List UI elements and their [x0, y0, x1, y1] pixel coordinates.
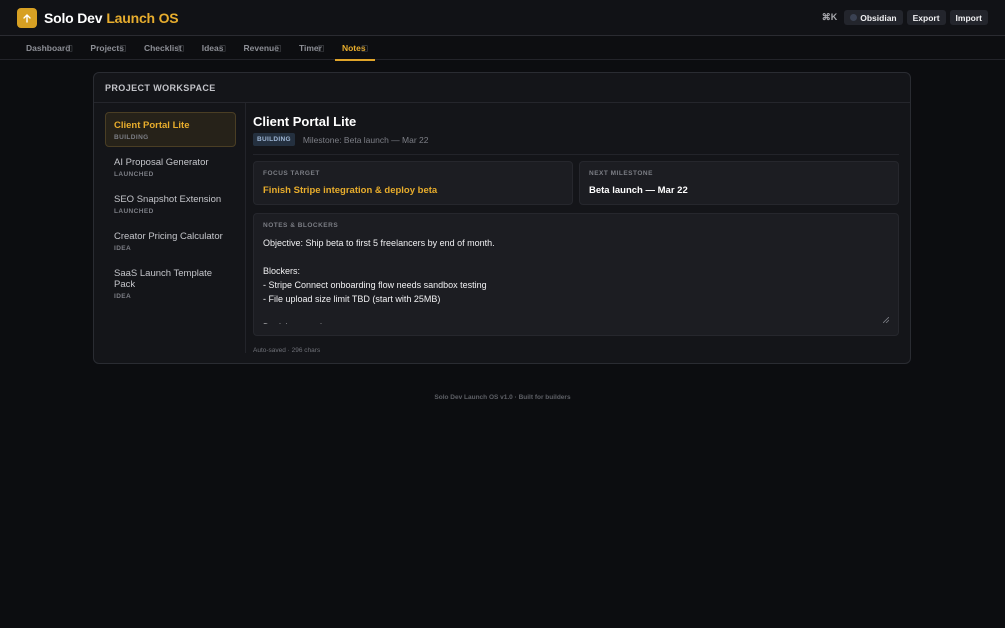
focus-target-value: Finish Stripe integration & deploy beta — [263, 185, 438, 196]
tab-label: Dashboard — [26, 43, 71, 53]
project-item-client-portal-lite[interactable]: Client Portal Lite BUILDING — [105, 112, 236, 147]
tab-label: Checklist — [143, 43, 182, 53]
tab-revenue[interactable]: Revenue⃞ — [237, 36, 288, 60]
next-milestone-card: NEXT MILESTONE Beta launch — Mar 22 — [579, 161, 899, 205]
app-title-part2: Launch OS — [106, 9, 179, 26]
project-status: BUILDING — [114, 134, 149, 141]
project-item-ai-proposal-generator[interactable]: AI Proposal Generator LAUNCHED — [105, 149, 236, 184]
project-item-saas-launch-template-pack[interactable]: SaaS Launch Template Pack IDEA — [105, 260, 236, 300]
tab-label: Ideas — [201, 43, 224, 53]
panel-title: PROJECT WORKSPACE — [94, 73, 910, 103]
project-status: IDEA — [114, 245, 132, 252]
theme-button-label: Obsidian — [860, 12, 897, 23]
project-list: Client Portal Lite BUILDING AI Proposal … — [105, 112, 236, 300]
focus-target-card: FOCUS TARGET Finish Stripe integration &… — [253, 161, 573, 205]
tab-label: Timer — [298, 43, 322, 53]
project-status: IDEA — [114, 293, 132, 300]
tab-checklist[interactable]: Checklist⃞ — [137, 36, 191, 60]
tab-projects[interactable]: Projects⃞ — [83, 36, 133, 60]
notes-textarea[interactable]: Objective: Ship beta to first 5 freelanc… — [263, 236, 889, 324]
import-button[interactable]: Import — [949, 10, 988, 25]
tab-timer[interactable]: Timer⃞ — [292, 36, 331, 60]
notes-card: NOTES & BLOCKERS Objective: Ship beta to… — [253, 213, 899, 336]
project-name: SEO Snapshot Extension — [114, 194, 222, 205]
project-name: AI Proposal Generator — [114, 157, 209, 168]
main-nav: Dashboard⃞ Projects⃞ Checklist⃞ Ideas⃞ R… — [0, 36, 1005, 61]
focus-target-label: FOCUS TARGET — [263, 170, 320, 177]
theme-dot-icon — [850, 14, 858, 21]
command-palette-shortcut[interactable]: ⌘K — [822, 12, 838, 23]
notes-label: NOTES & BLOCKERS — [263, 222, 339, 229]
project-name: Creator Pricing Calculator — [114, 231, 223, 242]
project-workspace-panel: PROJECT WORKSPACE Client Portal Lite BUI… — [93, 72, 911, 364]
tab-label: Projects — [90, 43, 124, 53]
top-bar: Solo Dev Launch OS ⌘K Obsidian Export Imp… — [0, 0, 1005, 36]
divider — [245, 103, 246, 353]
next-milestone-value: Beta launch — Mar 22 — [589, 185, 688, 196]
project-item-creator-pricing-calculator[interactable]: Creator Pricing Calculator IDEA — [105, 223, 236, 258]
resize-handle-icon[interactable] — [883, 317, 889, 323]
tab-label: Revenue — [243, 43, 279, 53]
project-detail: Client Portal Lite BUILDING Milestone: B… — [253, 112, 899, 354]
footer-text: Solo Dev Launch OS v1.0 · Built for buil… — [434, 394, 571, 401]
tab-notes[interactable]: Notes⃞ — [334, 36, 375, 61]
project-item-seo-snapshot-extension[interactable]: SEO Snapshot Extension LAUNCHED — [105, 186, 236, 221]
tab-dashboard[interactable]: Dashboard⃞ — [19, 36, 79, 60]
project-status: LAUNCHED — [114, 171, 154, 178]
theme-button[interactable]: Obsidian — [844, 10, 903, 25]
status-badge: BUILDING — [253, 133, 295, 146]
next-milestone-label: NEXT MILESTONE — [589, 170, 653, 177]
app-title-part1: Solo Dev — [44, 9, 103, 26]
app-logo-icon — [17, 7, 37, 28]
export-button[interactable]: Export — [906, 10, 946, 25]
project-name: Client Portal Lite — [114, 120, 190, 131]
project-name: SaaS Launch Template Pack — [114, 268, 213, 290]
project-status: LAUNCHED — [114, 208, 154, 215]
autosave-status: Auto-saved · 296 chars — [253, 347, 321, 354]
tab-label: Notes — [341, 43, 366, 53]
app-title: Solo Dev Launch OS — [44, 9, 179, 26]
milestone-text: Milestone: Beta launch — Mar 22 — [302, 134, 429, 145]
tab-ideas[interactable]: Ideas⃞ — [195, 36, 233, 60]
project-title: Client Portal Lite — [253, 114, 357, 129]
